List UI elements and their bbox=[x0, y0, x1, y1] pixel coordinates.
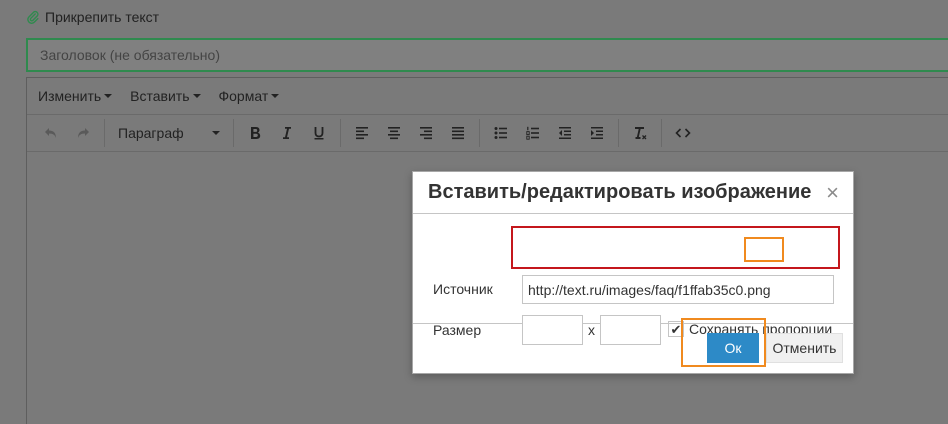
undo-icon bbox=[45, 128, 56, 138]
block-format-label: Параграф bbox=[118, 125, 184, 141]
numbered-list-icon bbox=[526, 126, 539, 140]
toolbar-divider bbox=[233, 119, 234, 147]
editor-menubar: Изменить Вставить Формат bbox=[27, 78, 948, 114]
cancel-button[interactable]: Отменить bbox=[766, 333, 843, 363]
align-justify-icon bbox=[452, 127, 464, 140]
clear-formatting-icon bbox=[635, 127, 647, 140]
align-left-icon bbox=[356, 127, 368, 140]
caret-down-icon bbox=[212, 131, 220, 135]
clear-formatting-button[interactable] bbox=[624, 118, 656, 148]
source-code-button[interactable] bbox=[667, 118, 699, 148]
indent-button[interactable] bbox=[581, 118, 613, 148]
toolbar-divider bbox=[661, 119, 662, 147]
paperclip-icon bbox=[27, 10, 39, 24]
toolbar-divider bbox=[340, 119, 341, 147]
menu-format[interactable]: Формат bbox=[219, 88, 280, 104]
dialog-body: Источник Размер x ✔ Сохранять пропорции bbox=[413, 214, 853, 345]
bullet-list-icon bbox=[494, 127, 507, 139]
height-input[interactable] bbox=[600, 315, 661, 345]
ok-button[interactable]: Ок bbox=[707, 333, 759, 363]
caret-down-icon bbox=[104, 94, 113, 98]
attach-text-label: Прикрепить текст bbox=[45, 9, 160, 25]
bold-icon bbox=[251, 127, 261, 139]
align-right-icon bbox=[420, 127, 432, 140]
bullet-list-button[interactable] bbox=[485, 118, 517, 148]
checkmark-icon: ✔ bbox=[668, 321, 684, 337]
underline-icon bbox=[314, 127, 324, 140]
toolbar-divider bbox=[104, 119, 105, 147]
underline-button[interactable] bbox=[303, 118, 335, 148]
align-justify-button[interactable] bbox=[442, 118, 474, 148]
caret-down-icon bbox=[192, 94, 201, 98]
source-label: Источник bbox=[433, 281, 493, 297]
menu-format-label: Формат bbox=[218, 88, 269, 104]
source-input[interactable] bbox=[522, 275, 834, 304]
bold-button[interactable] bbox=[239, 118, 271, 148]
close-icon[interactable]: × bbox=[826, 181, 839, 204]
redo-button[interactable] bbox=[67, 118, 99, 148]
redo-icon bbox=[78, 128, 89, 138]
editor-toolbar: Параграф bbox=[27, 114, 948, 152]
italic-icon bbox=[283, 127, 291, 139]
align-right-button[interactable] bbox=[410, 118, 442, 148]
size-separator: x bbox=[588, 322, 595, 338]
align-center-icon bbox=[388, 127, 400, 140]
menu-insert-label: Вставить bbox=[130, 88, 190, 104]
caret-down-icon bbox=[271, 94, 280, 98]
menu-edit[interactable]: Изменить bbox=[38, 88, 113, 104]
align-left-button[interactable] bbox=[346, 118, 378, 148]
dialog-title: Вставить/редактировать изображение bbox=[428, 181, 812, 203]
block-format-select[interactable]: Параграф bbox=[110, 118, 228, 148]
italic-button[interactable] bbox=[271, 118, 303, 148]
dialog-header: Вставить/редактировать изображение × bbox=[413, 172, 853, 214]
width-input[interactable] bbox=[522, 315, 583, 345]
menu-insert[interactable]: Вставить bbox=[130, 88, 201, 104]
menu-edit-label: Изменить bbox=[38, 88, 102, 104]
outdent-button[interactable] bbox=[549, 118, 581, 148]
indent-icon bbox=[591, 127, 603, 139]
attach-text-link[interactable]: Прикрепить текст bbox=[26, 9, 159, 25]
numbered-list-button[interactable] bbox=[517, 118, 549, 148]
title-input[interactable] bbox=[26, 38, 948, 72]
size-label: Размер bbox=[433, 322, 482, 338]
outdent-icon bbox=[559, 127, 571, 139]
toolbar-divider bbox=[479, 119, 480, 147]
code-icon bbox=[675, 128, 691, 138]
toolbar-divider bbox=[618, 119, 619, 147]
undo-button[interactable] bbox=[35, 118, 67, 148]
align-center-button[interactable] bbox=[378, 118, 410, 148]
